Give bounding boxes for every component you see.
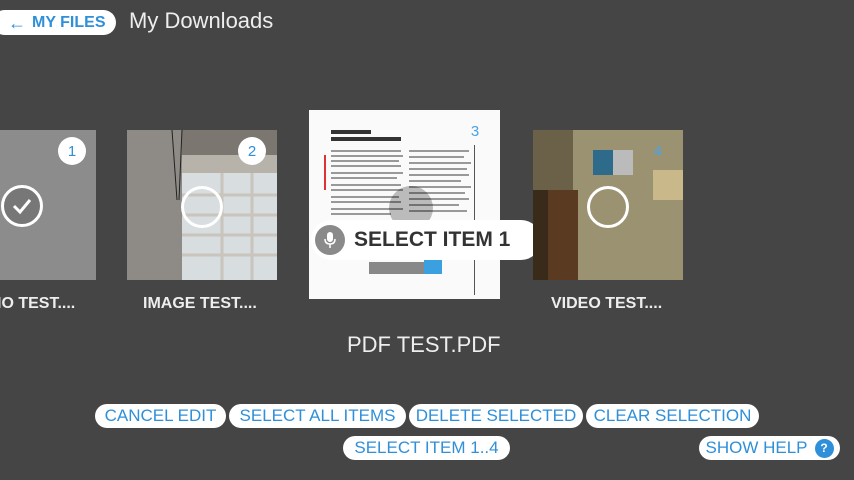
cancel-edit-button[interactable]: CANCEL EDIT — [95, 404, 226, 428]
help-icon: ? — [814, 438, 834, 458]
arrow-left-icon: ← — [8, 12, 26, 33]
voice-command-tooltip: SELECT ITEM 1 — [311, 220, 541, 260]
item-number-badge-1: 1 — [58, 137, 86, 165]
show-help-label: SHOW HELP — [705, 438, 808, 457]
item-number-badge-3: 3 — [470, 122, 480, 140]
file-caption-3: PDF TEST.PDF — [347, 332, 501, 357]
back-label: MY FILES — [32, 13, 106, 31]
select-all-items-button[interactable]: SELECT ALL ITEMS — [229, 404, 406, 428]
file-caption-2: IMAGE TEST.... — [143, 295, 257, 312]
item-number-badge-4: 4 — [653, 142, 663, 160]
checkmark-icon — [1, 185, 43, 227]
select-circle-icon — [181, 186, 223, 228]
item-number-badge-2: 2 — [238, 137, 266, 165]
tooltip-label: SELECT ITEM 1 — [354, 228, 511, 251]
file-caption-1: IO TEST.... — [0, 295, 76, 312]
back-button[interactable]: ← MY FILES — [0, 10, 116, 35]
file-caption-4: VIDEO TEST.... — [551, 295, 663, 312]
microphone-icon — [315, 225, 345, 255]
show-help-button[interactable]: SHOW HELP ? — [699, 436, 840, 460]
page-title: My Downloads — [129, 8, 274, 33]
delete-selected-button[interactable]: DELETE SELECTED — [409, 404, 583, 428]
select-circle-icon — [587, 186, 629, 228]
select-item-range-button[interactable]: SELECT ITEM 1..4 — [343, 436, 510, 460]
clear-selection-button[interactable]: CLEAR SELECTION — [586, 404, 759, 428]
